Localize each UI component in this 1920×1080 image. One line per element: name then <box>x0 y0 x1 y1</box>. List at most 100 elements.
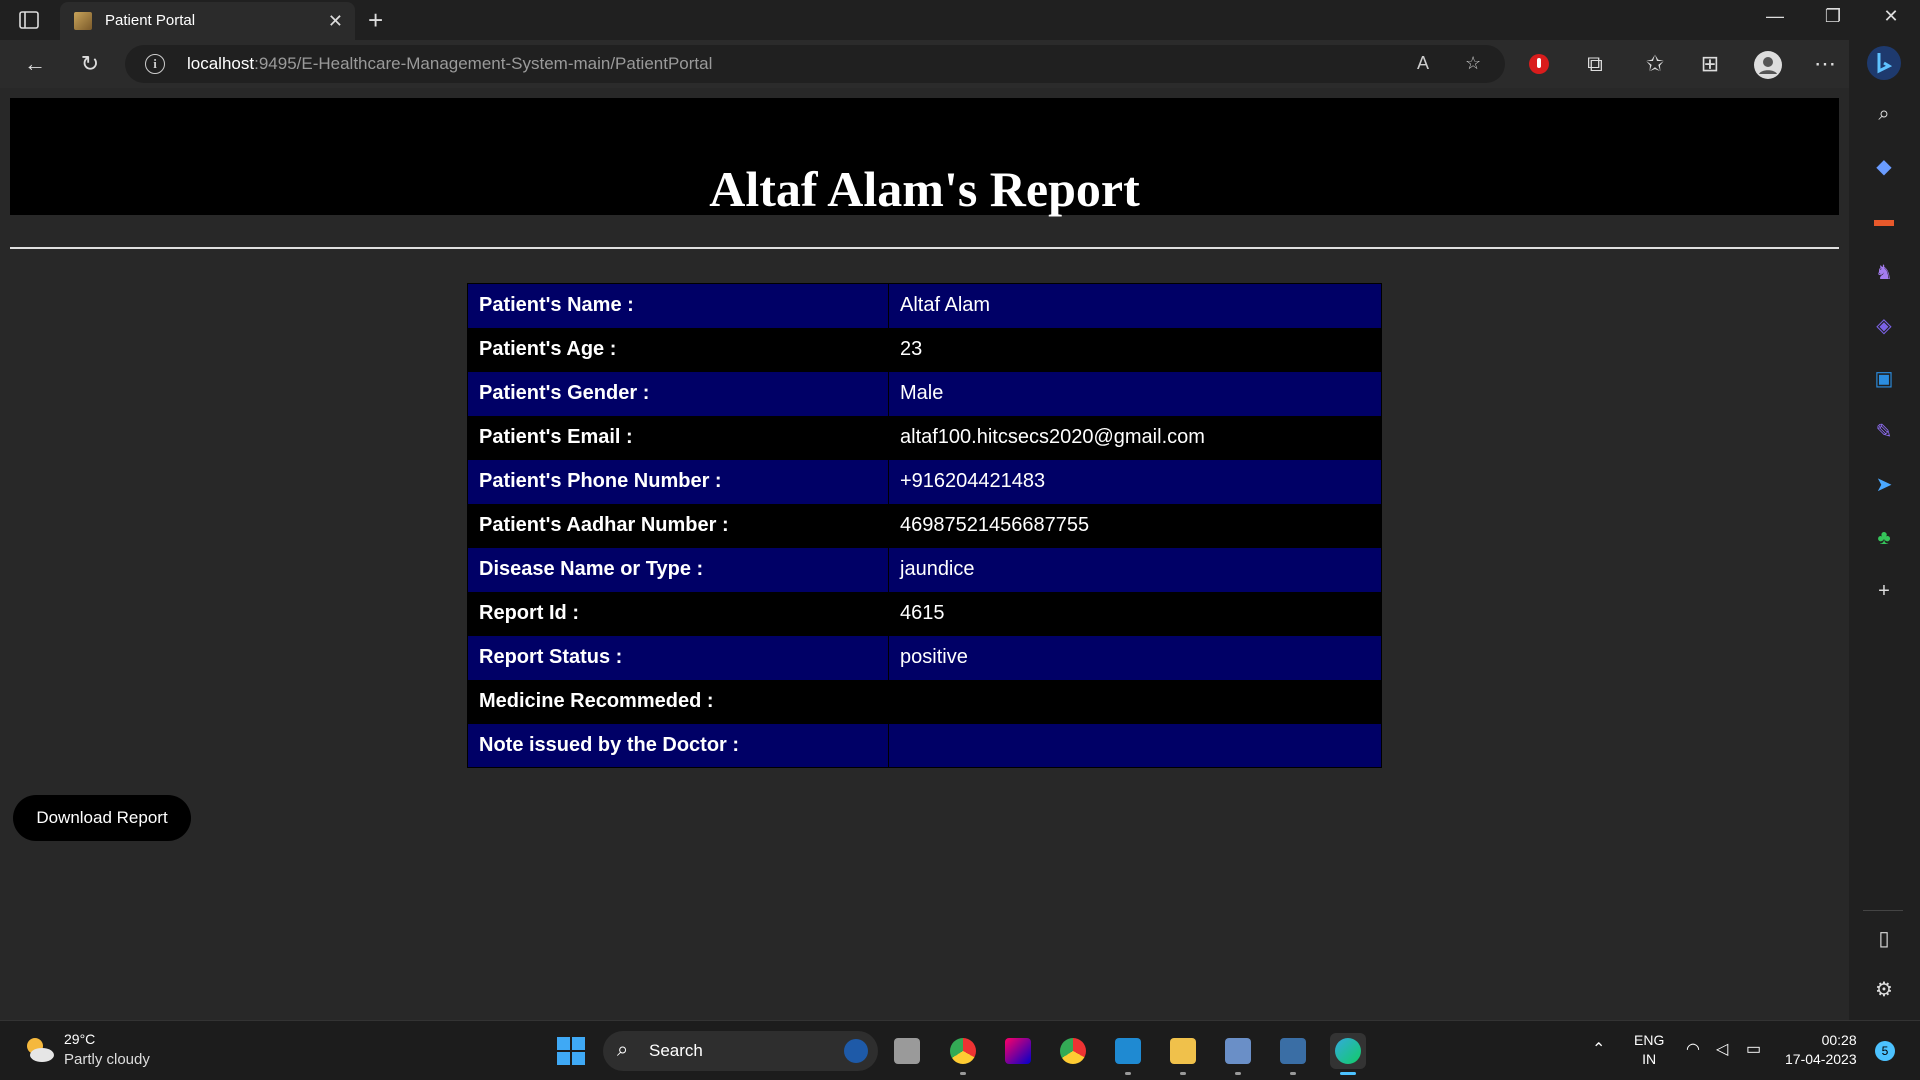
address-bar[interactable]: i localhost:9495/E-Healthcare-Management… <box>125 45 1505 83</box>
task-view-icon[interactable] <box>889 1033 925 1069</box>
row-value: Altaf Alam <box>888 283 1382 328</box>
language-indicator[interactable]: ENG IN <box>1634 1031 1664 1069</box>
wifi-icon[interactable]: ◠ <box>1686 1039 1700 1059</box>
url-path: :9495/E-Healthcare-Management-System-mai… <box>254 54 713 73</box>
bing-chat-icon[interactable] <box>1865 44 1903 82</box>
drop-icon[interactable]: ✎ <box>1871 419 1897 445</box>
search-icon: ⌕ <box>617 1039 629 1061</box>
add-sidebar-app-icon[interactable]: + <box>1871 578 1897 604</box>
divider <box>10 247 1839 249</box>
restore-icon[interactable]: ❐ <box>1810 6 1856 27</box>
row-value: altaf100.hitcsecs2020@gmail.com <box>888 415 1382 460</box>
close-window-icon[interactable]: ✕ <box>1868 6 1914 27</box>
hide-sidebar-icon[interactable]: ▯ <box>1871 926 1897 952</box>
collections-icon[interactable]: ⊞ <box>1695 49 1725 79</box>
search-label: Search <box>649 1041 703 1060</box>
clock-date: 17-04-2023 <box>1785 1051 1857 1067</box>
adblock-extension-icon[interactable] <box>1528 53 1550 75</box>
search-icon[interactable]: ⌕ <box>1871 101 1897 127</box>
browser-navbar: ← ↻ i localhost:9495/E-Healthcare-Manage… <box>0 40 1920 88</box>
favicon-icon <box>74 12 92 30</box>
windows-start-icon[interactable] <box>556 1036 586 1066</box>
table-row: Medicine Recommeded : <box>467 679 1382 724</box>
notification-badge[interactable]: 5 <box>1875 1041 1895 1061</box>
table-row: Report Id :4615 <box>467 591 1382 636</box>
table-row: Note issued by the Doctor : <box>467 723 1382 768</box>
download-report-button[interactable]: Download Report <box>13 795 191 841</box>
minimize-icon[interactable]: — <box>1752 6 1798 27</box>
volume-icon[interactable]: ◁ <box>1716 1039 1728 1059</box>
games-icon[interactable]: ♞ <box>1871 260 1897 286</box>
browser-titlebar: Patient Portal ✕ + — ❐ ✕ <box>0 0 1920 40</box>
favorites-icon[interactable]: ✩ <box>1640 49 1670 79</box>
taskbar-search[interactable]: ⌕ Search <box>603 1031 878 1071</box>
add-favorite-icon[interactable]: ☆ <box>1465 53 1481 74</box>
row-value: 4615 <box>888 591 1382 636</box>
row-label: Note issued by the Doctor : <box>467 723 889 768</box>
send-icon[interactable]: ➤ <box>1871 472 1897 498</box>
table-row: Report Status : positive <box>467 635 1382 680</box>
row-label: Report Status : <box>467 635 889 680</box>
bing-icon <box>844 1039 868 1063</box>
edge-icon[interactable] <box>1330 1033 1366 1075</box>
report-header: Altaf Alam's Report <box>10 98 1839 217</box>
office-icon[interactable]: ◈ <box>1871 313 1897 339</box>
vscode-icon[interactable] <box>1110 1033 1146 1075</box>
tab-actions-icon[interactable] <box>18 9 40 31</box>
tools-icon[interactable]: ▬ <box>1871 207 1897 233</box>
row-value: positive <box>888 635 1382 680</box>
close-tab-icon[interactable]: ✕ <box>328 11 343 32</box>
weather-description[interactable]: Partly cloudy <box>64 1051 150 1068</box>
row-label: Disease Name or Type : <box>467 547 889 592</box>
row-label: Patient's Gender : <box>467 371 889 416</box>
back-icon[interactable]: ← <box>20 49 50 79</box>
settings-gear-icon[interactable]: ⚙ <box>1871 977 1897 1003</box>
site-info-icon[interactable]: i <box>145 54 165 74</box>
row-value <box>888 679 1382 724</box>
partly-cloudy-icon <box>27 1038 54 1062</box>
intellij-icon[interactable] <box>1000 1033 1036 1069</box>
row-value <box>888 723 1382 768</box>
outlook-icon[interactable]: ▣ <box>1871 366 1897 392</box>
shopping-tag-icon[interactable]: ◆ <box>1871 154 1897 180</box>
row-value: 46987521456687755 <box>888 503 1382 548</box>
extensions-icon[interactable]: ⧉ <box>1580 49 1610 79</box>
url-text[interactable]: localhost:9495/E-Healthcare-Management-S… <box>187 54 712 74</box>
page-content: Altaf Alam's Report Patient's Name : Alta… <box>0 88 1849 1020</box>
virtualbox-icon[interactable] <box>1220 1033 1256 1075</box>
row-value: Male <box>888 371 1382 416</box>
lang-code: ENG <box>1634 1032 1665 1048</box>
show-hidden-icons-icon[interactable]: ⌃ <box>1592 1039 1605 1059</box>
clock[interactable]: 00:28 17-04-2023 <box>1785 1031 1857 1069</box>
row-label: Patient's Phone Number : <box>467 459 889 504</box>
page-title: Altaf Alam's Report <box>709 161 1140 217</box>
table-row: Patient's Email : altaf100.hitcsecs2020@g… <box>467 415 1382 460</box>
tree-icon[interactable]: ♣ <box>1871 525 1897 551</box>
table-row: Patient's Phone Number : +916204421483 <box>467 459 1382 504</box>
browser-tab[interactable]: Patient Portal ✕ <box>60 2 355 40</box>
profile-avatar-icon[interactable] <box>1753 50 1783 80</box>
weather-temperature[interactable]: 29°C <box>64 1031 95 1047</box>
table-row: Patient's Age :23 <box>467 327 1382 372</box>
mysql-workbench-icon[interactable] <box>1275 1033 1311 1075</box>
table-row: Disease Name or Type : jaundice <box>467 547 1382 592</box>
more-menu-icon[interactable]: ⋯ <box>1810 49 1840 79</box>
row-value: jaundice <box>888 547 1382 592</box>
sidebar-divider <box>1863 910 1903 911</box>
new-tab-icon[interactable]: + <box>368 5 383 36</box>
table-row: Patient's Name : Altaf Alam <box>467 283 1382 328</box>
chrome-icon[interactable] <box>1055 1033 1091 1069</box>
file-explorer-icon[interactable] <box>1165 1033 1201 1075</box>
row-label: Report Id : <box>467 591 889 636</box>
tab-title: Patient Portal <box>105 12 196 29</box>
chrome-profile-icon[interactable] <box>945 1033 981 1075</box>
refresh-icon[interactable]: ↻ <box>75 49 105 79</box>
row-label: Medicine Recommeded : <box>467 679 889 724</box>
read-aloud-icon[interactable]: A <box>1417 53 1429 74</box>
table-row: Patient's Aadhar Number :469875214566877… <box>467 503 1382 548</box>
clock-time: 00:28 <box>1821 1032 1857 1048</box>
url-host: localhost <box>187 54 255 73</box>
row-value: +916204421483 <box>888 459 1382 504</box>
battery-icon[interactable]: ▭ <box>1746 1039 1761 1059</box>
report-table: Patient's Name : Altaf Alam Patient's Age… <box>467 283 1382 768</box>
